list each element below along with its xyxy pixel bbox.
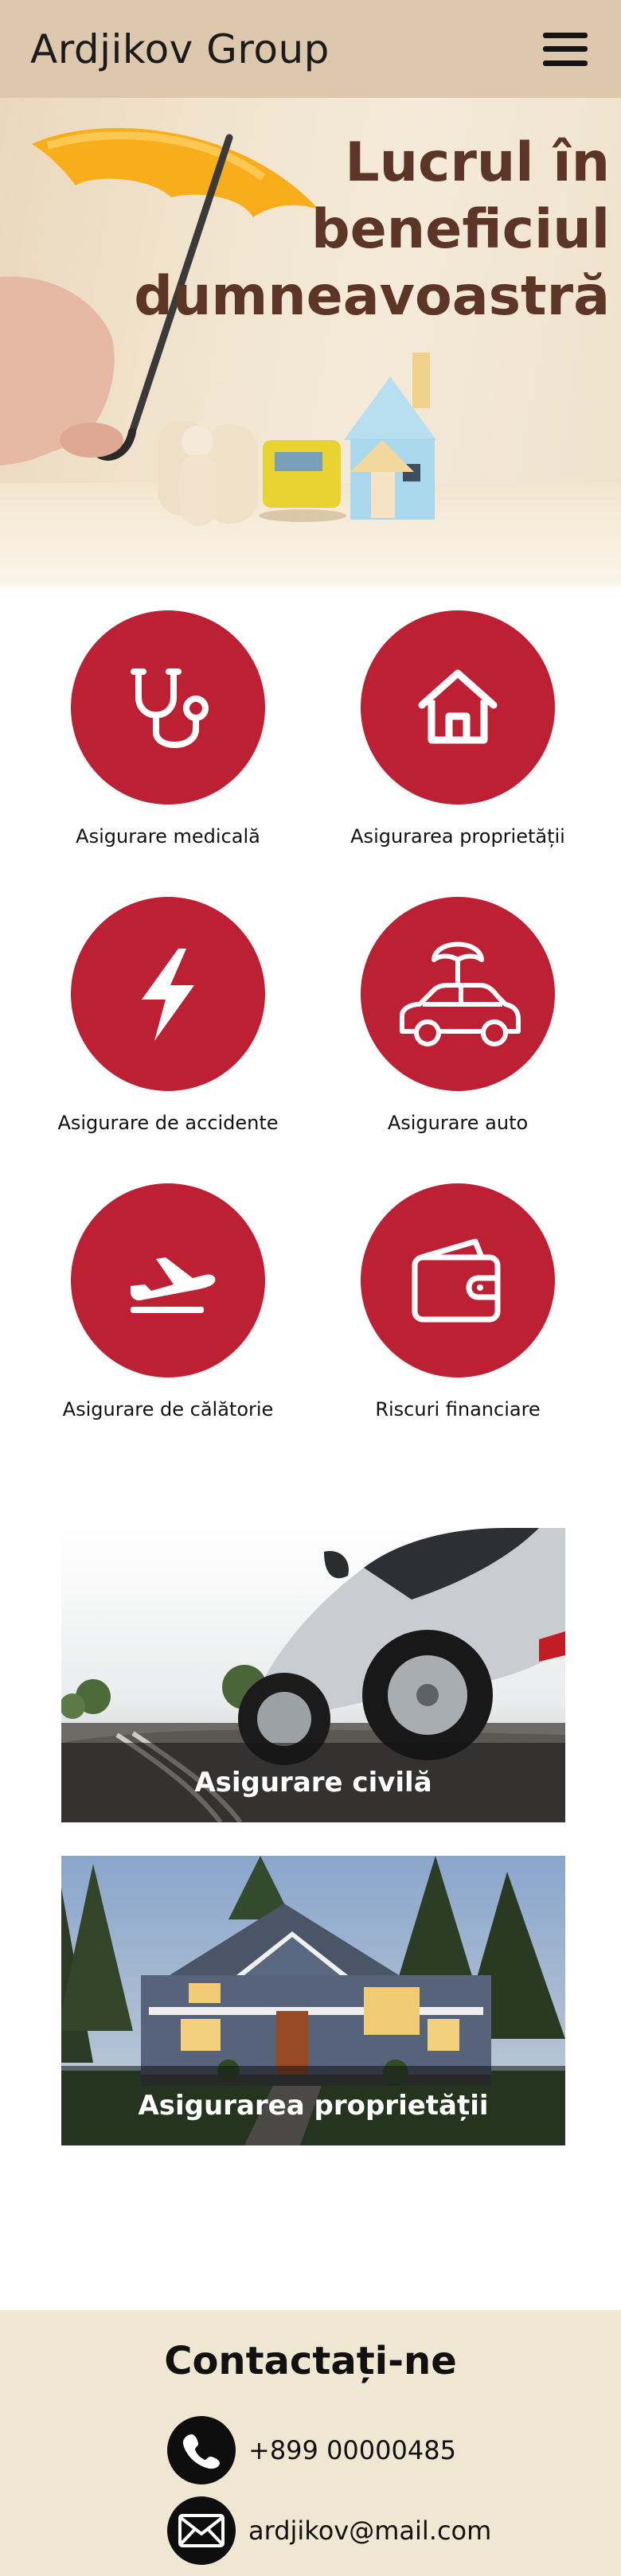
toy-car-window: [275, 452, 322, 471]
service-travel[interactable]: Asigurare de călătorie: [21, 1183, 315, 1421]
service-property[interactable]: Asigurarea proprietății: [310, 610, 605, 848]
hero-title-line: dumneavoastră: [134, 265, 610, 328]
hero-title-line: beneficiul: [310, 198, 610, 261]
figure-head: [161, 382, 205, 427]
car-umbrella-icon: [400, 941, 521, 1046]
service-label: Riscuri financiare: [375, 1398, 541, 1421]
card-property-insurance[interactable]: Asigurarea proprietății: [61, 1856, 565, 2145]
service-label: Asigurare de accidente: [57, 1112, 279, 1134]
envelope-icon: [167, 2496, 236, 2565]
toy-car-shadow: [259, 509, 346, 522]
service-accident[interactable]: Asigurare de accidente: [21, 897, 315, 1134]
contact-section: Contactați-ne +899 00000485 ardjikov@mai…: [0, 2310, 621, 2576]
service-medical-button[interactable]: [71, 610, 265, 805]
hero-title: Lucrul în beneficiul dumneavoastră: [132, 130, 610, 330]
phone-icon: [167, 2416, 236, 2484]
card-caption: Asigurarea proprietății: [61, 2066, 565, 2145]
services-grid: Asigurare medicală Asigurarea proprietăț…: [0, 587, 621, 1462]
service-auto[interactable]: Asigurare auto: [310, 897, 605, 1134]
service-label: Asigurarea proprietății: [350, 825, 565, 848]
airplane-icon: [131, 1257, 216, 1313]
service-financial-button[interactable]: [361, 1183, 555, 1378]
figure-head: [182, 426, 213, 458]
toy-car: [263, 440, 341, 508]
service-property-button[interactable]: [361, 610, 555, 805]
phone-number: +899 00000485: [248, 2435, 456, 2465]
service-label: Asigurare auto: [387, 1112, 529, 1134]
service-financial[interactable]: Riscuri financiare: [310, 1183, 605, 1421]
hamburger-menu-icon[interactable]: [543, 32, 588, 66]
thumb: [60, 423, 123, 458]
contact-title: Contactați-ne: [164, 2339, 457, 2383]
service-accident-button[interactable]: [71, 897, 265, 1091]
service-label: Asigurare de călătorie: [62, 1398, 274, 1421]
house-icon: [418, 669, 498, 744]
toy-house-door: [371, 472, 395, 518]
stethoscope-icon: [131, 668, 209, 748]
figure-head: [207, 383, 255, 431]
wallet-icon: [412, 1238, 501, 1323]
hero-banner: Lucrul în beneficiul dumneavoastră: [0, 98, 621, 587]
contact-phone[interactable]: +899 00000485: [167, 2416, 456, 2484]
service-auto-button[interactable]: [361, 897, 555, 1091]
figure-body: [180, 454, 217, 526]
brand-logo-text[interactable]: Ardjikov Group: [30, 26, 330, 72]
card-civil-insurance[interactable]: Asigurare civilă: [61, 1528, 565, 1822]
site-header: Ardjikov Group: [0, 0, 621, 98]
toy-house-chimney: [412, 353, 430, 408]
service-label: Asigurare medicală: [76, 825, 260, 848]
service-travel-button[interactable]: [71, 1183, 265, 1378]
menu-bar: [543, 46, 588, 52]
contact-email[interactable]: ardjikov@mail.com: [167, 2496, 491, 2565]
service-medical[interactable]: Asigurare medicală: [21, 610, 315, 848]
email-address: ardjikov@mail.com: [248, 2516, 492, 2546]
menu-bar: [543, 60, 588, 66]
hero-title-line: Lucrul în: [345, 131, 610, 194]
menu-bar: [543, 32, 588, 38]
lightning-icon: [142, 949, 194, 1041]
card-caption: Asigurare civilă: [61, 1743, 565, 1822]
